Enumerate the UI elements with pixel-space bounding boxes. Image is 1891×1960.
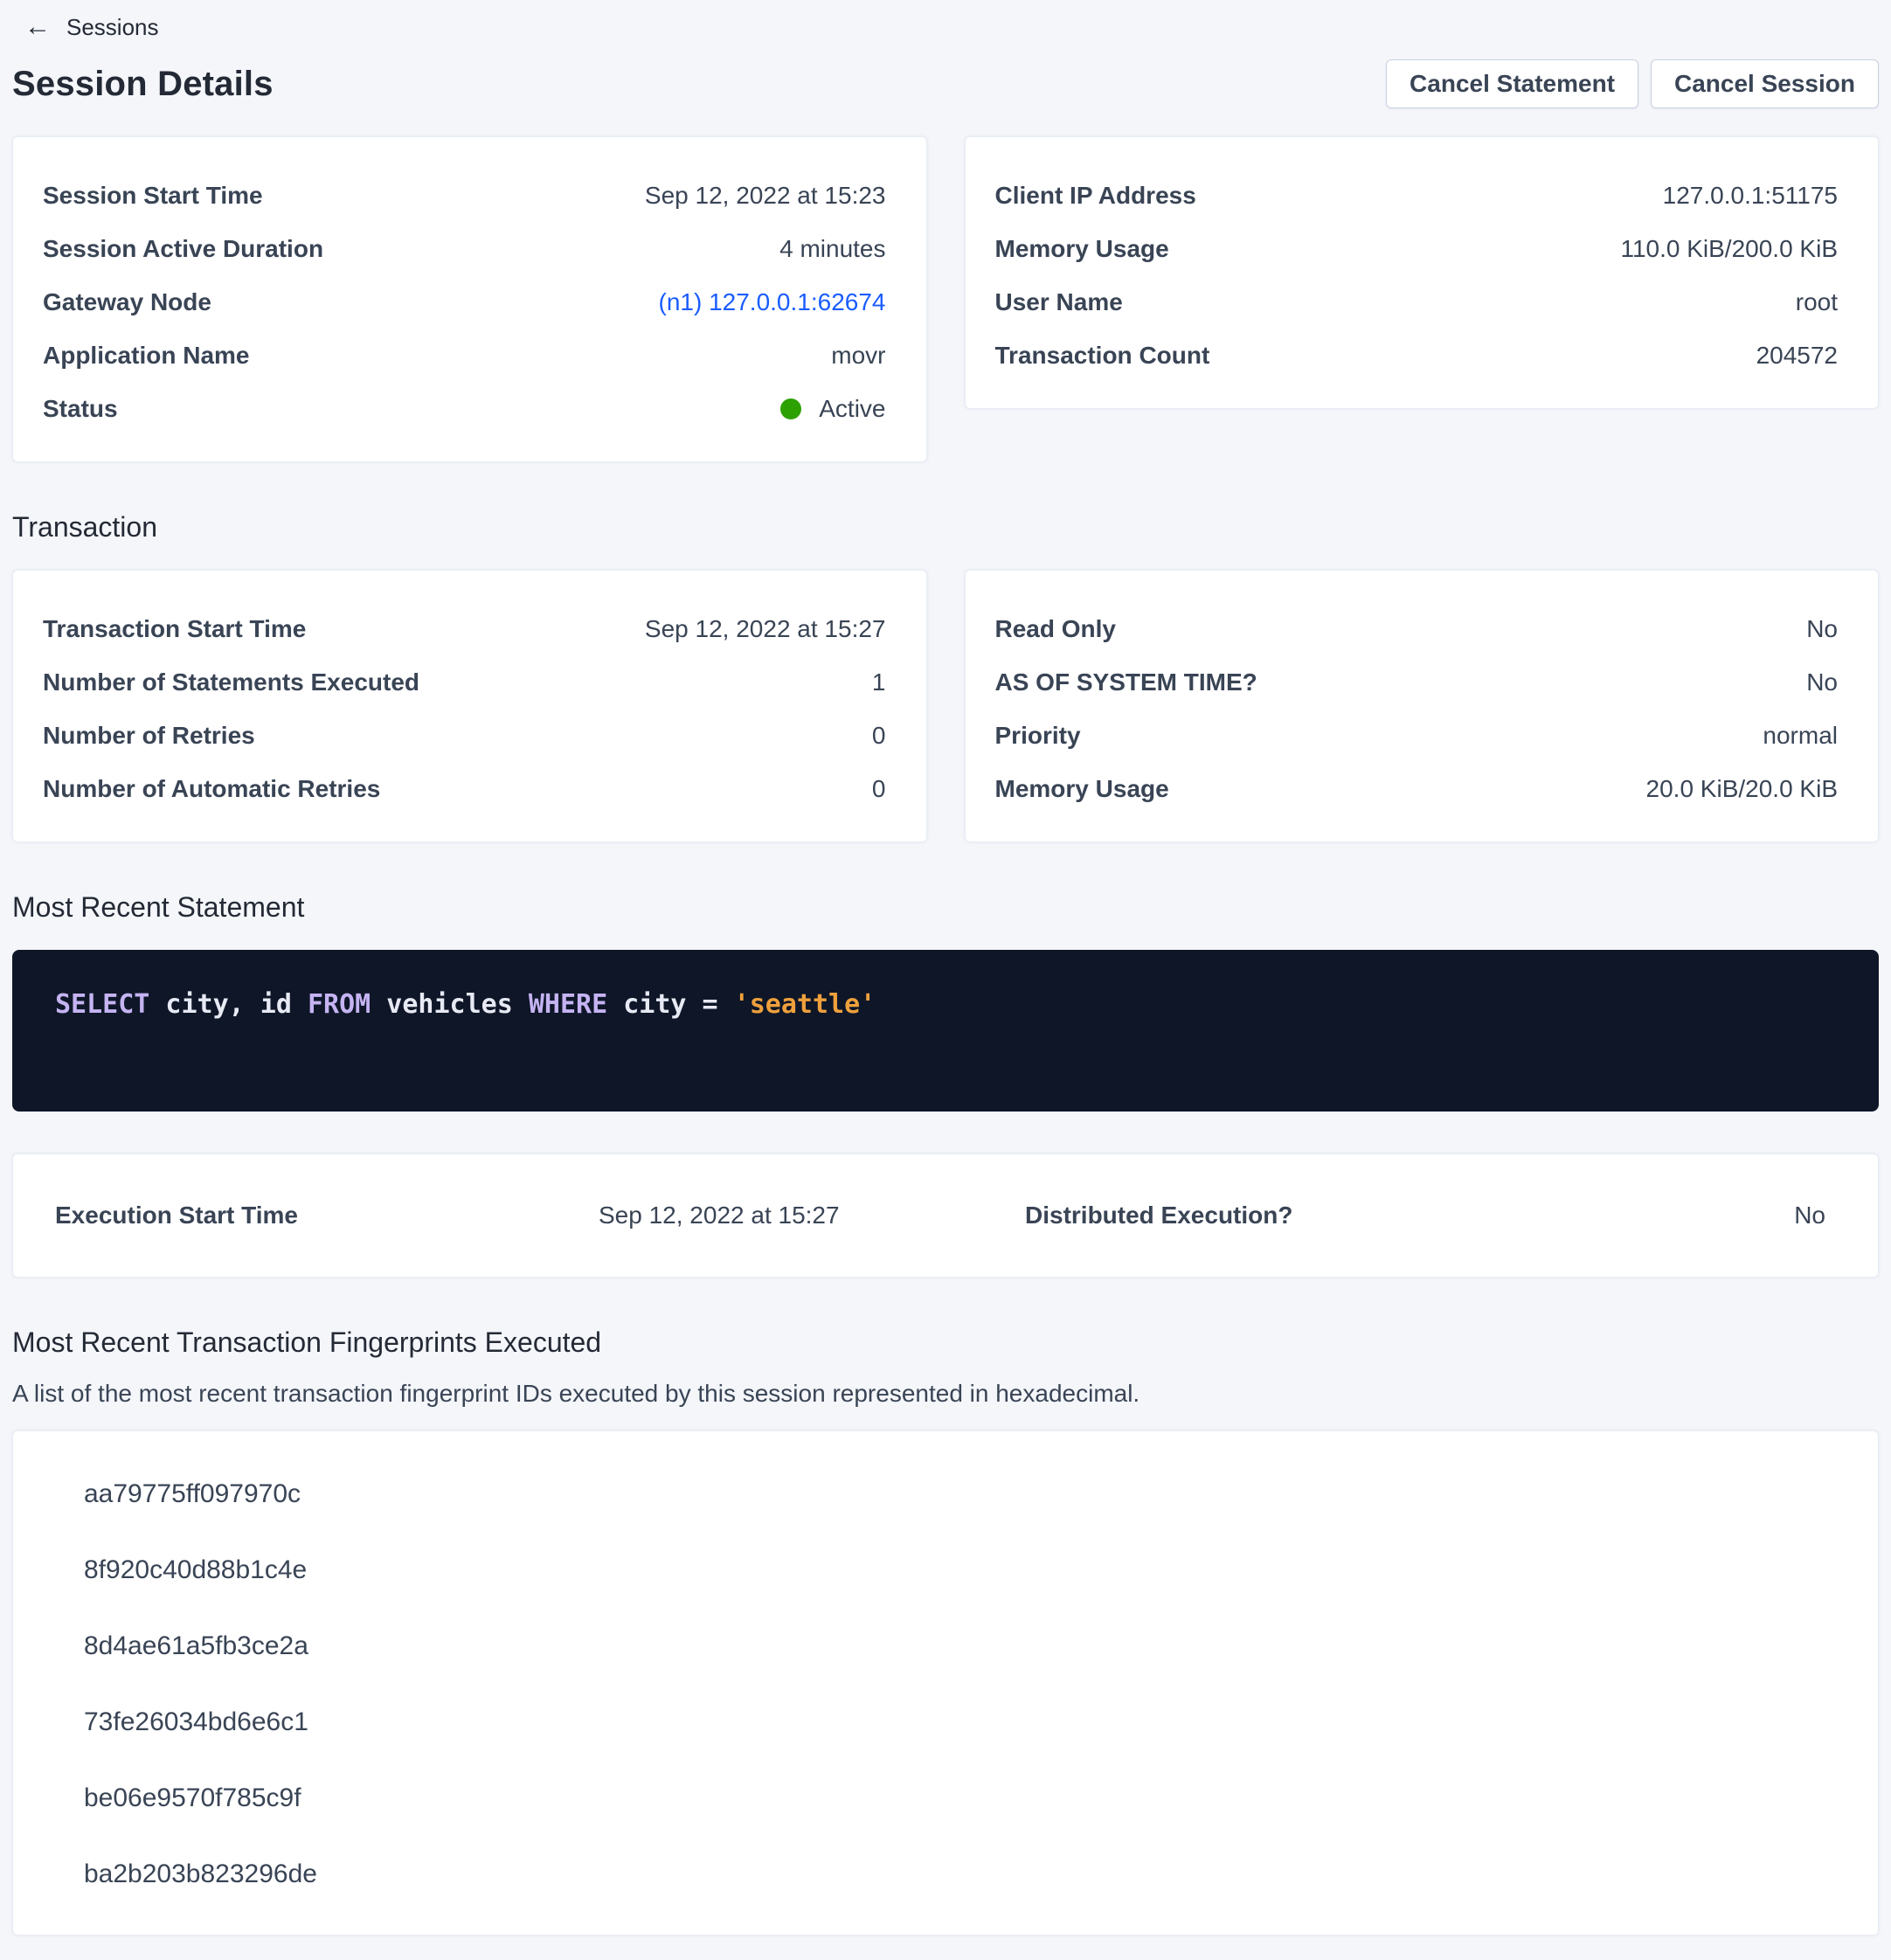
detail-row: Number of Retries 0 <box>43 709 886 762</box>
detail-value: Sep 12, 2022 at 15:27 <box>645 615 886 643</box>
fingerprints-card: aa79775ff097970c8f920c40d88b1c4e8d4ae61a… <box>12 1430 1879 1936</box>
sql-statement: SELECT city, id FROM vehicles WHERE city… <box>55 989 1836 1020</box>
detail-label: AS OF SYSTEM TIME? <box>995 668 1257 696</box>
detail-label: User Name <box>995 288 1123 316</box>
status-value: Active <box>819 395 885 423</box>
detail-row: Gateway Node (n1) 127.0.0.1:62674 <box>43 275 886 329</box>
detail-value: 127.0.0.1:51175 <box>1663 182 1838 210</box>
fingerprint-id: 8f920c40d88b1c4e <box>13 1532 1878 1608</box>
detail-label: Transaction Count <box>995 342 1210 370</box>
detail-value: No <box>1806 668 1838 696</box>
fingerprint-id: 73fe26034bd6e6c1 <box>13 1684 1878 1760</box>
fingerprints-description: A list of the most recent transaction fi… <box>12 1380 1879 1408</box>
detail-row: Status Active <box>43 382 886 435</box>
detail-value: Sep 12, 2022 at 15:23 <box>645 182 886 210</box>
most-recent-statement-heading: Most Recent Statement <box>12 891 1879 924</box>
detail-row: AS OF SYSTEM TIME? No <box>995 655 1839 709</box>
detail-label: Client IP Address <box>995 182 1196 210</box>
sql-token-ident: city = <box>607 989 734 1020</box>
detail-label: Number of Automatic Retries <box>43 775 380 803</box>
detail-label: Session Active Duration <box>43 235 323 263</box>
cancel-session-button[interactable]: Cancel Session <box>1651 59 1879 108</box>
session-client-card: Client IP Address 127.0.0.1:51175 Memory U… <box>965 136 1880 409</box>
detail-row: Memory Usage 20.0 KiB/20.0 KiB <box>995 762 1839 815</box>
detail-row: Client IP Address 127.0.0.1:51175 <box>995 169 1839 222</box>
execution-card: Execution Start Time Sep 12, 2022 at 15:… <box>12 1153 1879 1278</box>
execution-start-time-label: Execution Start Time <box>55 1202 599 1229</box>
transaction-details-card: Transaction Start Time Sep 12, 2022 at 15… <box>12 570 927 842</box>
sql-token-string: 'seattle' <box>734 989 876 1020</box>
gateway-node-link[interactable]: (n1) 127.0.0.1:62674 <box>659 288 886 316</box>
page-header: Session Details Cancel Statement Cancel … <box>12 58 1879 110</box>
cancel-statement-button[interactable]: Cancel Statement <box>1386 59 1638 108</box>
sql-token-keyword: WHERE <box>529 989 607 1020</box>
detail-row: Number of Automatic Retries 0 <box>43 762 886 815</box>
detail-row: Transaction Count 204572 <box>995 329 1839 382</box>
sql-statement-box: SELECT city, id FROM vehicles WHERE city… <box>12 950 1879 1112</box>
fingerprint-id: ba2b203b823296de <box>13 1836 1878 1912</box>
detail-value: root <box>1796 288 1838 316</box>
detail-label: Number of Statements Executed <box>43 668 419 696</box>
distributed-execution-value: No <box>1794 1202 1825 1229</box>
detail-value: 4 minutes <box>779 235 885 263</box>
detail-value: movr <box>831 342 885 370</box>
detail-value: normal <box>1763 722 1838 750</box>
execution-start-time-value: Sep 12, 2022 at 15:27 <box>599 1202 1025 1229</box>
detail-value: 0 <box>872 722 886 750</box>
transaction-section: Transaction Start Time Sep 12, 2022 at 15… <box>12 570 1879 842</box>
detail-label: Transaction Start Time <box>43 615 306 643</box>
session-details-card: Session Start TimeSep 12, 2022 at 15:23S… <box>12 136 927 462</box>
detail-value: 0 <box>872 775 886 803</box>
session-summary-section: Session Start TimeSep 12, 2022 at 15:23S… <box>12 136 1879 462</box>
detail-label: Memory Usage <box>995 235 1169 263</box>
detail-label: Priority <box>995 722 1081 750</box>
detail-label: Session Start Time <box>43 182 263 210</box>
sql-token-ident: vehicles <box>371 989 529 1020</box>
detail-label: Number of Retries <box>43 722 255 750</box>
page-title: Session Details <box>12 65 274 104</box>
sql-token-ident: city, id <box>149 989 308 1020</box>
sql-token-keyword: SELECT <box>55 989 149 1020</box>
fingerprint-id: aa79775ff097970c <box>13 1456 1878 1532</box>
detail-label: Application Name <box>43 342 249 370</box>
detail-row: Application Name movr <box>43 329 886 382</box>
distributed-execution-label: Distributed Execution? <box>1025 1202 1794 1229</box>
status-active-dot-icon <box>780 398 801 419</box>
fingerprints-heading: Most Recent Transaction Fingerprints Exe… <box>12 1326 1879 1359</box>
detail-row: Transaction Start Time Sep 12, 2022 at 15… <box>43 602 886 655</box>
status-badge: Active <box>780 395 885 423</box>
detail-row: Number of Statements Executed 1 <box>43 655 886 709</box>
detail-value: No <box>1806 615 1838 643</box>
detail-value: 204572 <box>1756 342 1838 370</box>
fingerprint-id: 8d4ae61a5fb3ce2a <box>13 1608 1878 1684</box>
breadcrumb-sessions-link[interactable]: Sessions <box>66 14 159 41</box>
detail-row: Session Active Duration 4 minutes <box>43 222 886 275</box>
detail-value: 20.0 KiB/20.0 KiB <box>1646 775 1838 803</box>
transaction-settings-card: Read Only No AS OF SYSTEM TIME? No Priority n… <box>965 570 1880 842</box>
detail-label: Read Only <box>995 615 1116 643</box>
detail-label: Status <box>43 395 118 423</box>
detail-row: User Name root <box>995 275 1839 329</box>
detail-label: Gateway Node <box>43 288 211 316</box>
sql-token-keyword: FROM <box>308 989 371 1020</box>
fingerprint-id: be06e9570f785c9f <box>13 1760 1878 1836</box>
detail-value: 1 <box>872 668 886 696</box>
detail-row: Read Only No <box>995 602 1839 655</box>
back-arrow-icon: ← <box>24 14 51 40</box>
header-actions: Cancel Statement Cancel Session <box>1386 59 1879 108</box>
transaction-heading: Transaction <box>12 511 1879 544</box>
detail-label: Memory Usage <box>995 775 1169 803</box>
detail-row: Memory Usage 110.0 KiB/200.0 KiB <box>995 222 1839 275</box>
breadcrumb[interactable]: ← Sessions <box>12 7 1879 42</box>
detail-row: Priority normal <box>995 709 1839 762</box>
detail-value: 110.0 KiB/200.0 KiB <box>1620 235 1838 263</box>
detail-row: Session Start Time Sep 12, 2022 at 15:23 <box>43 169 886 222</box>
